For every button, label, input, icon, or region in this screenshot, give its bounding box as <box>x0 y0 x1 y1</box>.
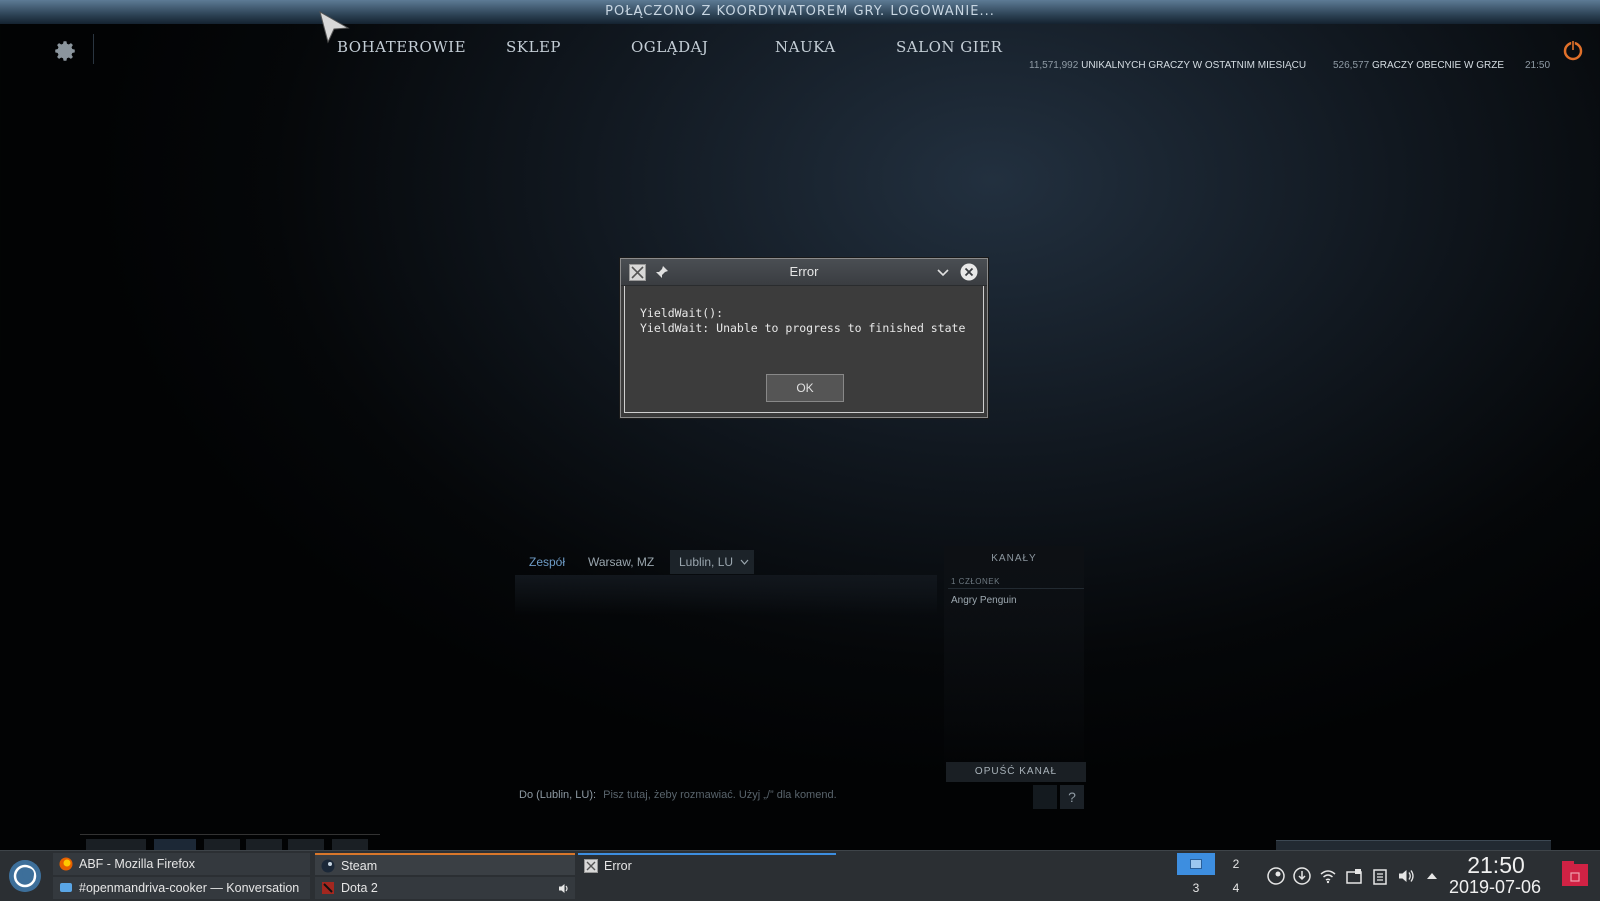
current-players-stat: 526,577 GRACZY OBECNIE W GRZE <box>1333 60 1504 71</box>
chat-messages-area <box>515 575 937 615</box>
member-item[interactable]: Angry Penguin <box>951 595 1017 606</box>
volume-icon[interactable] <box>1397 867 1415 885</box>
current-players-count: 526,577 <box>1333 60 1370 71</box>
chat-input-placeholder: Pisz tutaj, żeby rozmawiać. Użyj „/” dla… <box>603 789 837 801</box>
chat-tab-team[interactable]: Zespół <box>529 550 565 574</box>
task-steam[interactable]: Steam <box>315 853 575 875</box>
chat-target-label: Do (Lublin, LU): <box>519 789 597 801</box>
chat-options-button[interactable] <box>1033 785 1057 809</box>
taskbar: ABF - Mozilla Firefox #openmandriva-cook… <box>0 850 1600 901</box>
pager-desktop-4[interactable]: 4 <box>1217 877 1255 899</box>
pager-desktop-2[interactable]: 2 <box>1217 853 1255 875</box>
power-icon[interactable] <box>1561 38 1585 62</box>
gear-icon[interactable] <box>52 38 78 64</box>
nav-arcade[interactable]: SALON GIER <box>896 38 1002 56</box>
firefox-icon <box>59 857 73 871</box>
speaker-icon[interactable] <box>557 882 570 895</box>
chat-help-button[interactable]: ? <box>1060 785 1084 809</box>
chat-tab-lublin[interactable]: Lublin, LU <box>670 550 754 574</box>
connection-status-text: POŁĄCZONO Z KOORDYNATOREM GRY. LOGOWANIE… <box>605 4 995 19</box>
clipboard-icon[interactable] <box>1371 867 1389 885</box>
tray-expand-icon[interactable] <box>1423 867 1441 885</box>
trash-icon[interactable] <box>1560 858 1590 888</box>
pin-icon[interactable] <box>654 264 670 280</box>
task-label: Dota 2 <box>341 881 378 895</box>
members-divider <box>948 588 1084 589</box>
dialog-body: YieldWait(): YieldWait: Unable to progre… <box>624 286 984 413</box>
x-window-icon <box>584 859 598 873</box>
nav-watch[interactable]: OGLĄDAJ <box>631 38 708 56</box>
unique-players-count: 11,571,992 <box>1029 60 1079 71</box>
device-notifier-icon[interactable] <box>1345 867 1363 885</box>
chat-tab-warsaw[interactable]: Warsaw, MZ <box>588 550 654 574</box>
leave-channel-button[interactable]: OPUŚĆ KANAŁ <box>946 762 1086 782</box>
current-players-label: GRACZY OBECNIE W GRZE <box>1371 60 1504 71</box>
mouse-cursor-icon <box>319 10 350 44</box>
task-firefox[interactable]: ABF - Mozilla Firefox <box>53 853 310 875</box>
game-clock-time: 21:50 <box>1525 60 1551 71</box>
dialog-titlebar[interactable]: Error <box>621 259 987 286</box>
close-icon[interactable] <box>960 263 978 281</box>
connection-status-bar: POŁĄCZONO Z KOORDYNATOREM GRY. LOGOWANIE… <box>0 0 1600 24</box>
unique-players-label: UNIKALNYCH GRACZY W OSTATNIM MIESIĄCU <box>1081 60 1307 71</box>
unique-players-stat: 11,571,992 UNIKALNYCH GRACZY W OSTATNIM … <box>1029 60 1306 71</box>
x-window-icon[interactable] <box>629 264 646 281</box>
members-header: 1 CZŁONEK <box>951 577 1000 586</box>
launcher-icon[interactable] <box>9 860 41 892</box>
task-konversation[interactable]: #openmandriva-cooker — Konversation <box>53 877 310 899</box>
ok-button[interactable]: OK <box>766 374 844 402</box>
nav-heroes[interactable]: BOHATEROWIE <box>337 38 466 56</box>
channels-title: KANAŁY <box>991 553 1037 564</box>
steam-icon <box>321 859 335 873</box>
dialog-title: Error <box>789 264 819 279</box>
update-icon[interactable] <box>1293 867 1311 885</box>
task-label: ABF - Mozilla Firefox <box>79 857 195 871</box>
chevron-down-icon[interactable] <box>935 264 951 280</box>
task-label: Steam <box>341 859 378 873</box>
nav-learn[interactable]: NAUKA <box>775 38 836 56</box>
window-thumbnail-icon <box>1190 859 1202 869</box>
toolbar-divider <box>93 34 94 64</box>
task-label: Error <box>604 859 632 873</box>
error-dialog: Error YieldWait(): YieldWait: Unable to … <box>620 258 988 418</box>
chat-tab-lublin-label: Lublin, LU <box>679 555 734 569</box>
dota-icon <box>322 882 334 894</box>
pager-desktop-1[interactable] <box>1177 853 1215 875</box>
task-error[interactable]: Error <box>578 853 836 875</box>
clock-date[interactable]: 2019-07-06 <box>1440 877 1550 898</box>
chat-input[interactable]: Do (Lublin, LU): Pisz tutaj, żeby rozmaw… <box>519 789 837 801</box>
steam-tray-icon[interactable] <box>1267 867 1285 885</box>
error-message: YieldWait(): YieldWait: Unable to progre… <box>640 306 966 335</box>
task-dota[interactable]: Dota 2 <box>315 877 575 899</box>
konversation-icon <box>60 883 72 892</box>
party-bar <box>80 834 380 851</box>
nav-store[interactable]: SKLEP <box>506 38 561 56</box>
game-clock: 21:50 <box>1525 60 1550 71</box>
wifi-icon[interactable] <box>1319 867 1337 885</box>
task-label: #openmandriva-cooker — Konversation <box>79 881 300 895</box>
pager-desktop-3[interactable]: 3 <box>1177 877 1215 899</box>
clock-time[interactable]: 21:50 <box>1446 852 1546 879</box>
chevron-down-icon <box>740 559 749 565</box>
